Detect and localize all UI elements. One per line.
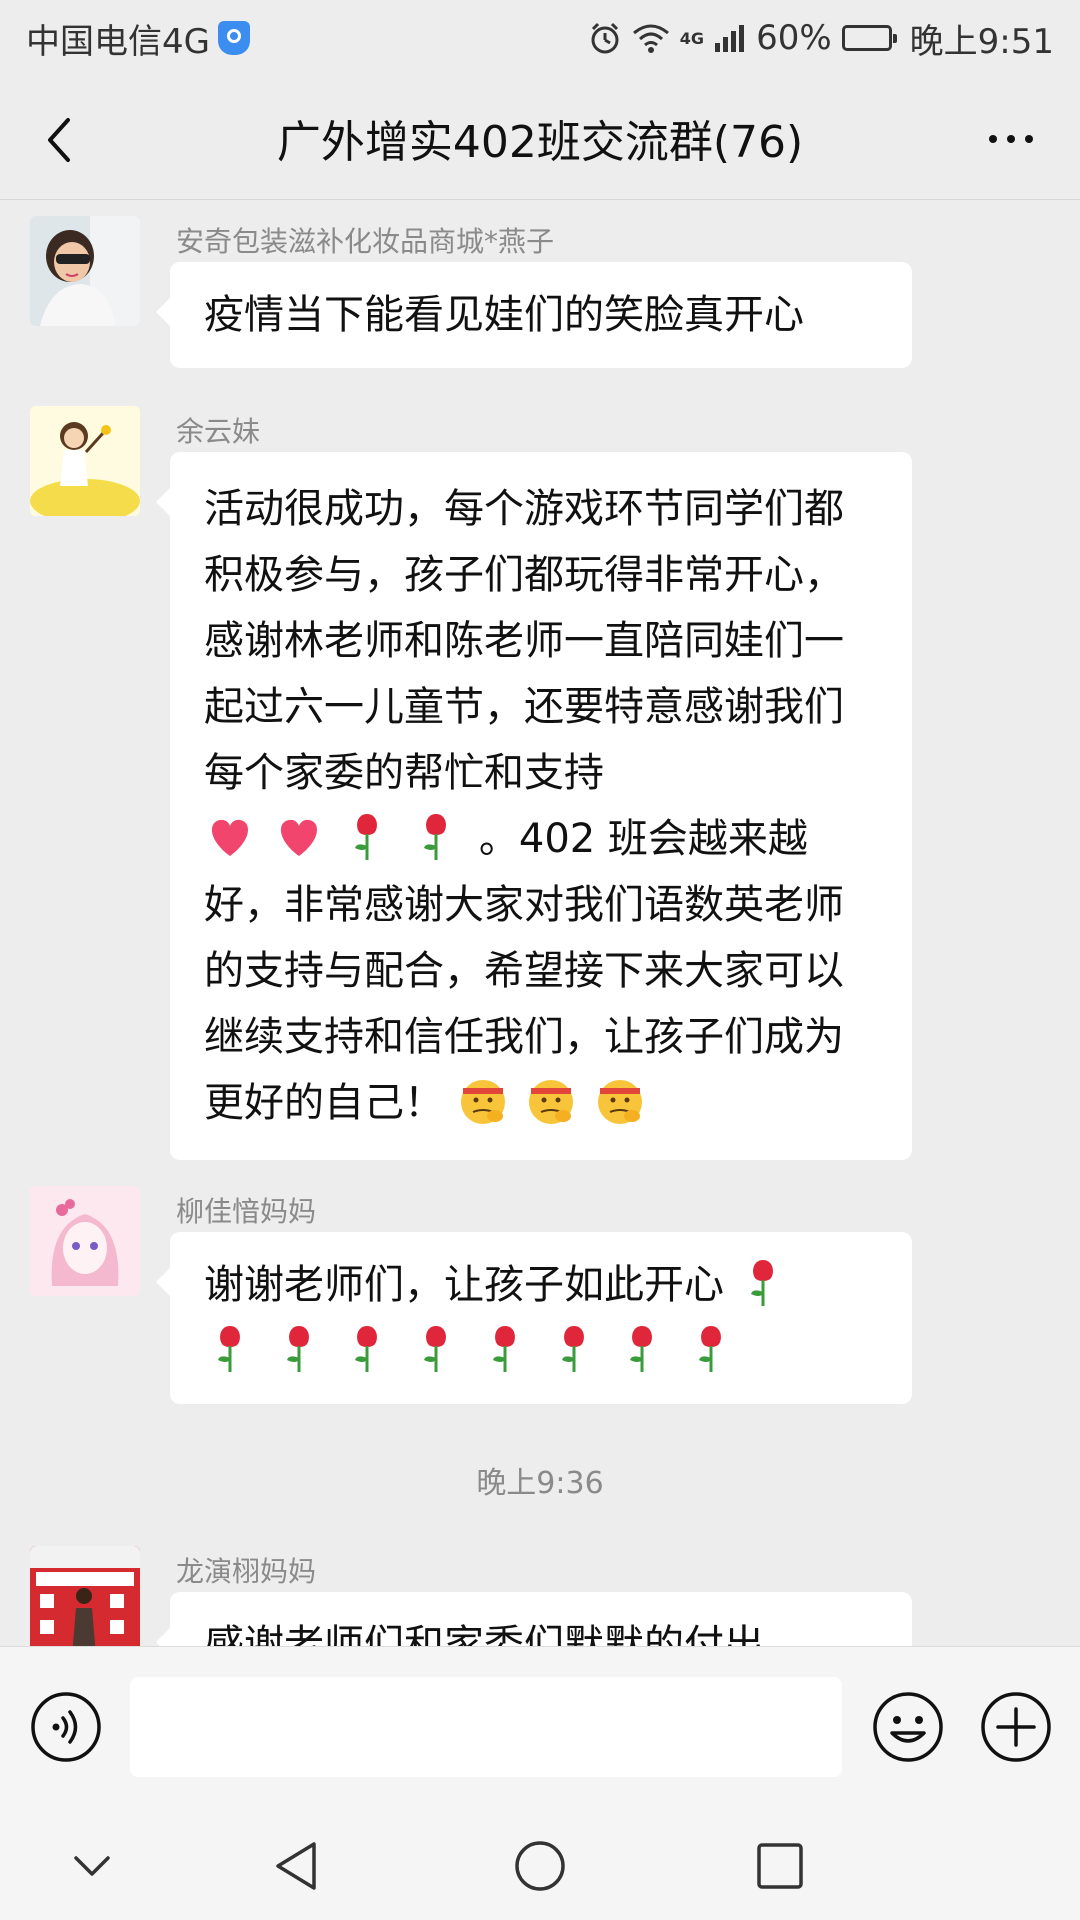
battery-percent: 60% [756,18,832,58]
message-item: 余云妹 活动很成功，每个游戏环节同学们都积极参与，孩子们都玩得非常开心，感谢林老… [0,406,1080,1166]
message-item: 龙演栩妈妈 感谢老师们和家委们默默的付出 [0,1546,1080,1646]
message-bubble[interactable]: 疫情当下能看见娃们的笑脸真开心 [156,262,912,368]
rose-icon [492,1326,515,1372]
rose-icon [424,814,447,860]
avatar[interactable] [30,216,140,326]
message-item: 柳佳愔妈妈 谢谢老师们，让孩子如此开心 [0,1186,1080,1426]
rose-icon [355,814,378,860]
plus-icon[interactable] [980,1691,1052,1763]
message-text-part2: 。402 班会越来越好，非常感谢大家对我们语数英老师的支持与配合，希望接下来大家… [204,816,844,1126]
status-right: 4G 60% 晚上9:51 [588,14,1054,63]
status-bar: 中国电信4G 4G 60% 晚上9:51 [0,0,1080,76]
emoji-icon[interactable] [872,1691,944,1763]
avatar[interactable] [30,1546,140,1646]
avatar[interactable] [30,1186,140,1296]
sender-name: 龙演栩妈妈 [176,1555,317,1588]
message-item: 安奇包装滋补化妆品商城*燕子 疫情当下能看见娃们的笑脸真开心 [0,216,1080,416]
battery-icon [841,25,897,51]
sender-name: 安奇包装滋补化妆品商城*燕子 [176,225,555,258]
clock: 晚上9:51 [909,21,1054,62]
message-bubble[interactable]: 谢谢老师们，让孩子如此开心 [156,1232,912,1404]
rose-icon [630,1326,653,1372]
recents-square-icon[interactable] [750,1836,810,1896]
message-bubble[interactable]: 感谢老师们和家委们默默的付出 [156,1592,912,1646]
chat-header: 广外增实402班交流群(76) [0,76,1080,200]
rose-icon [424,1326,447,1372]
rose-icon [355,1326,378,1372]
avatar-anime-girl-icon [30,1186,140,1296]
message-bubble[interactable]: 活动很成功，每个游戏环节同学们都积极参与，孩子们都玩得非常开心，感谢林老师和陈老… [156,452,912,1160]
rose-icon [750,1260,773,1306]
time-divider: 晚上9:36 [476,1466,604,1501]
back-triangle-icon[interactable] [268,1836,328,1896]
avatar-photo-icon [30,216,140,326]
network-type-label: 4G [679,28,705,48]
sender-name: 柳佳愔妈妈 [176,1195,317,1228]
message-list[interactable]: 安奇包装滋补化妆品商城*燕子 疫情当下能看见娃们的笑脸真开心 余云妹 活动很成功… [0,200,1080,1646]
rose-icon [286,1326,309,1372]
security-shield-icon [217,21,250,55]
status-left: 中国电信4G [26,14,250,63]
message-input[interactable] [130,1677,842,1777]
chevron-down-icon[interactable] [62,1836,122,1896]
avatar-event-photo-icon [30,1546,140,1646]
message-text-part1: 活动很成功，每个游戏环节同学们都积极参与，孩子们都玩得非常开心，感谢林老师和陈老… [204,486,844,796]
saluting-face-icon [529,1080,574,1124]
wifi-icon [632,24,669,53]
saluting-face-icon [460,1080,505,1124]
avatar[interactable] [30,406,140,516]
signal-icon [715,25,745,52]
heart-icon [211,819,249,856]
avatar-cartoon-girl-icon [30,406,140,516]
rose-icon [561,1326,584,1372]
dot [989,135,997,143]
rose-icon [699,1326,721,1372]
chevron-left-icon[interactable] [34,112,90,168]
alarm-icon [591,22,619,54]
voice-icon[interactable] [30,1691,102,1763]
sender-name: 余云妹 [176,415,261,448]
system-navigation-bar [0,1806,1080,1920]
chat-screen: 中国电信4G 4G 60% 晚上9:51 广外增实402班交流群(76) 安奇包… [0,0,1080,1920]
input-bar [0,1646,1080,1806]
dot [1025,135,1033,143]
more-dots-icon[interactable] [976,114,1046,164]
home-circle-icon[interactable] [510,1836,570,1896]
message-text: 疫情当下能看见娃们的笑脸真开心 [204,292,804,338]
heart-icon [280,819,317,856]
message-text: 感谢老师们和家委们默默的付出 [204,1622,764,1646]
carrier-label: 中国电信4G [26,21,210,62]
rose-icon [218,1326,240,1372]
dot [1007,135,1015,143]
message-text: 谢谢老师们，让孩子如此开心 [204,1262,724,1308]
group-title: 广外增实402班交流群(76) [276,117,804,168]
saluting-face-icon [598,1080,643,1124]
